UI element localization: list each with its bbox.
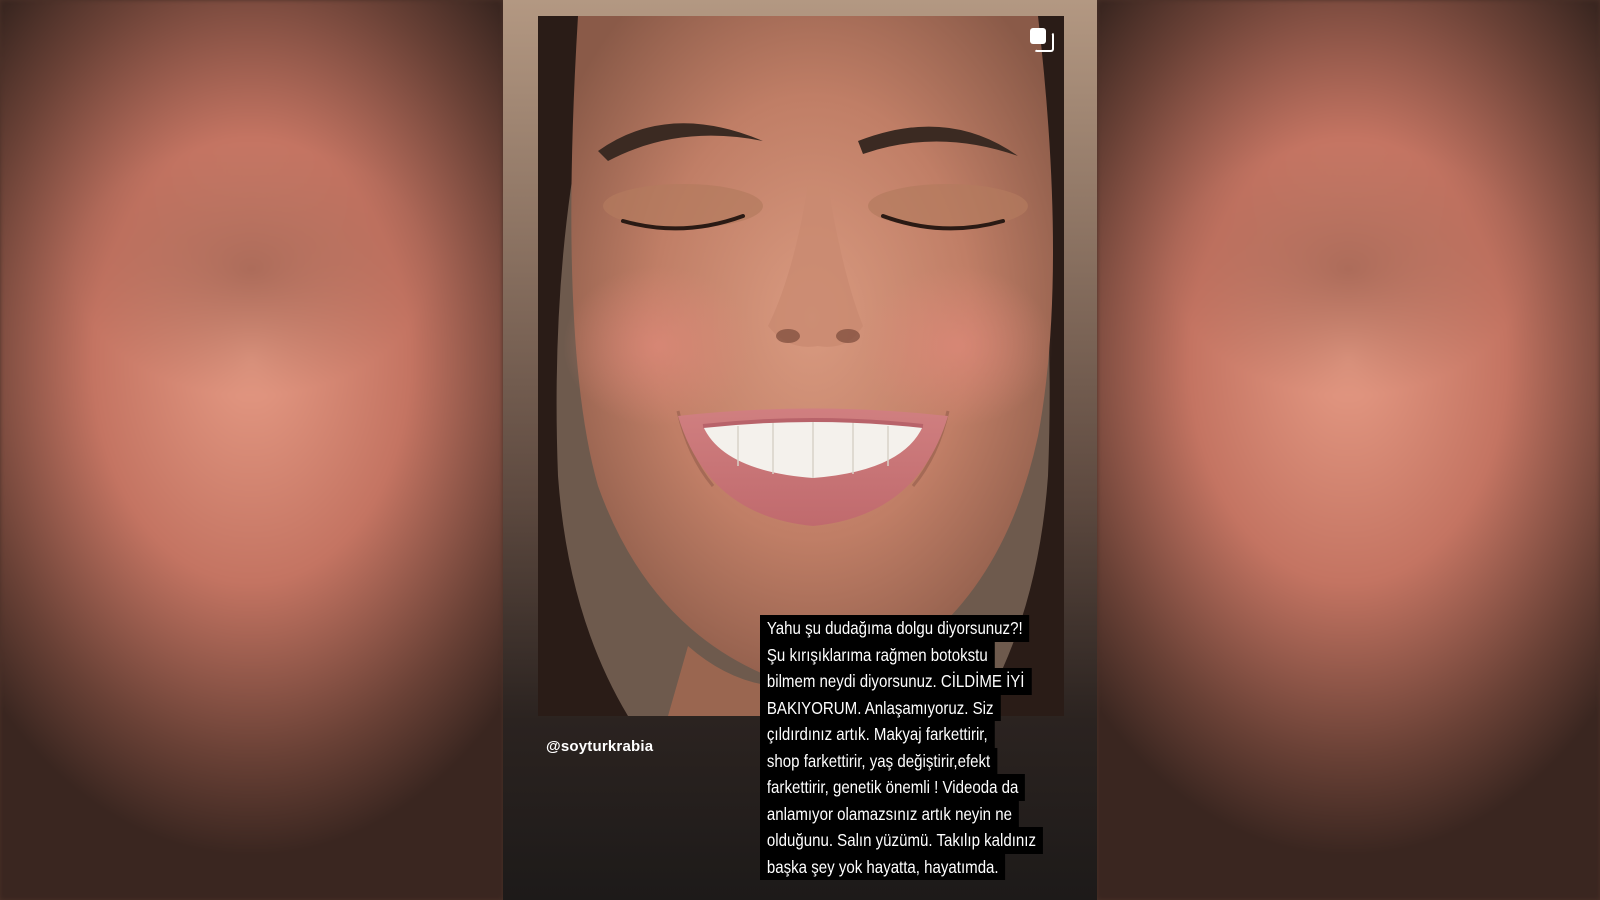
story-frame: @soyturkrabia Yahu şu dudağıma dolgu diy…	[503, 0, 1097, 900]
multiple-posts-icon[interactable]	[1030, 28, 1054, 52]
caption-line: olduğunu. Salın yüzümü. Takılıp kaldınız	[760, 827, 1043, 854]
blurred-background-right	[1097, 0, 1600, 900]
caption-line: Şu kırışıklarıma rağmen botokstu	[760, 641, 995, 668]
caption-line: farkettirir, genetik önemli ! Videoda da	[760, 774, 1026, 801]
caption-line: BAKIYORUM. Anlaşamıyoruz. Siz	[760, 694, 1001, 721]
caption-line: başka şey yok hayatta, hayatımda.	[760, 853, 1006, 880]
blurred-background-left	[0, 0, 503, 900]
caption-line: bilmem neydi diyorsunuz. CİLDİME İYİ	[760, 668, 1032, 695]
face-illustration	[538, 16, 1064, 716]
caption-line: Yahu şu dudağıma dolgu diyorsunuz?!	[760, 615, 1030, 642]
story-photo	[538, 16, 1064, 716]
user-handle[interactable]: @soyturkrabia	[546, 738, 653, 755]
caption-line: çıldırdınız artık. Makyaj farkettirir,	[760, 721, 995, 748]
story-caption: Yahu şu dudağıma dolgu diyorsunuz?! Şu k…	[760, 615, 1070, 880]
caption-line: anlamıyor olamazsınız artık neyin ne	[760, 800, 1019, 827]
caption-line: shop farkettirir, yaş değiştirir,efekt	[760, 747, 998, 774]
